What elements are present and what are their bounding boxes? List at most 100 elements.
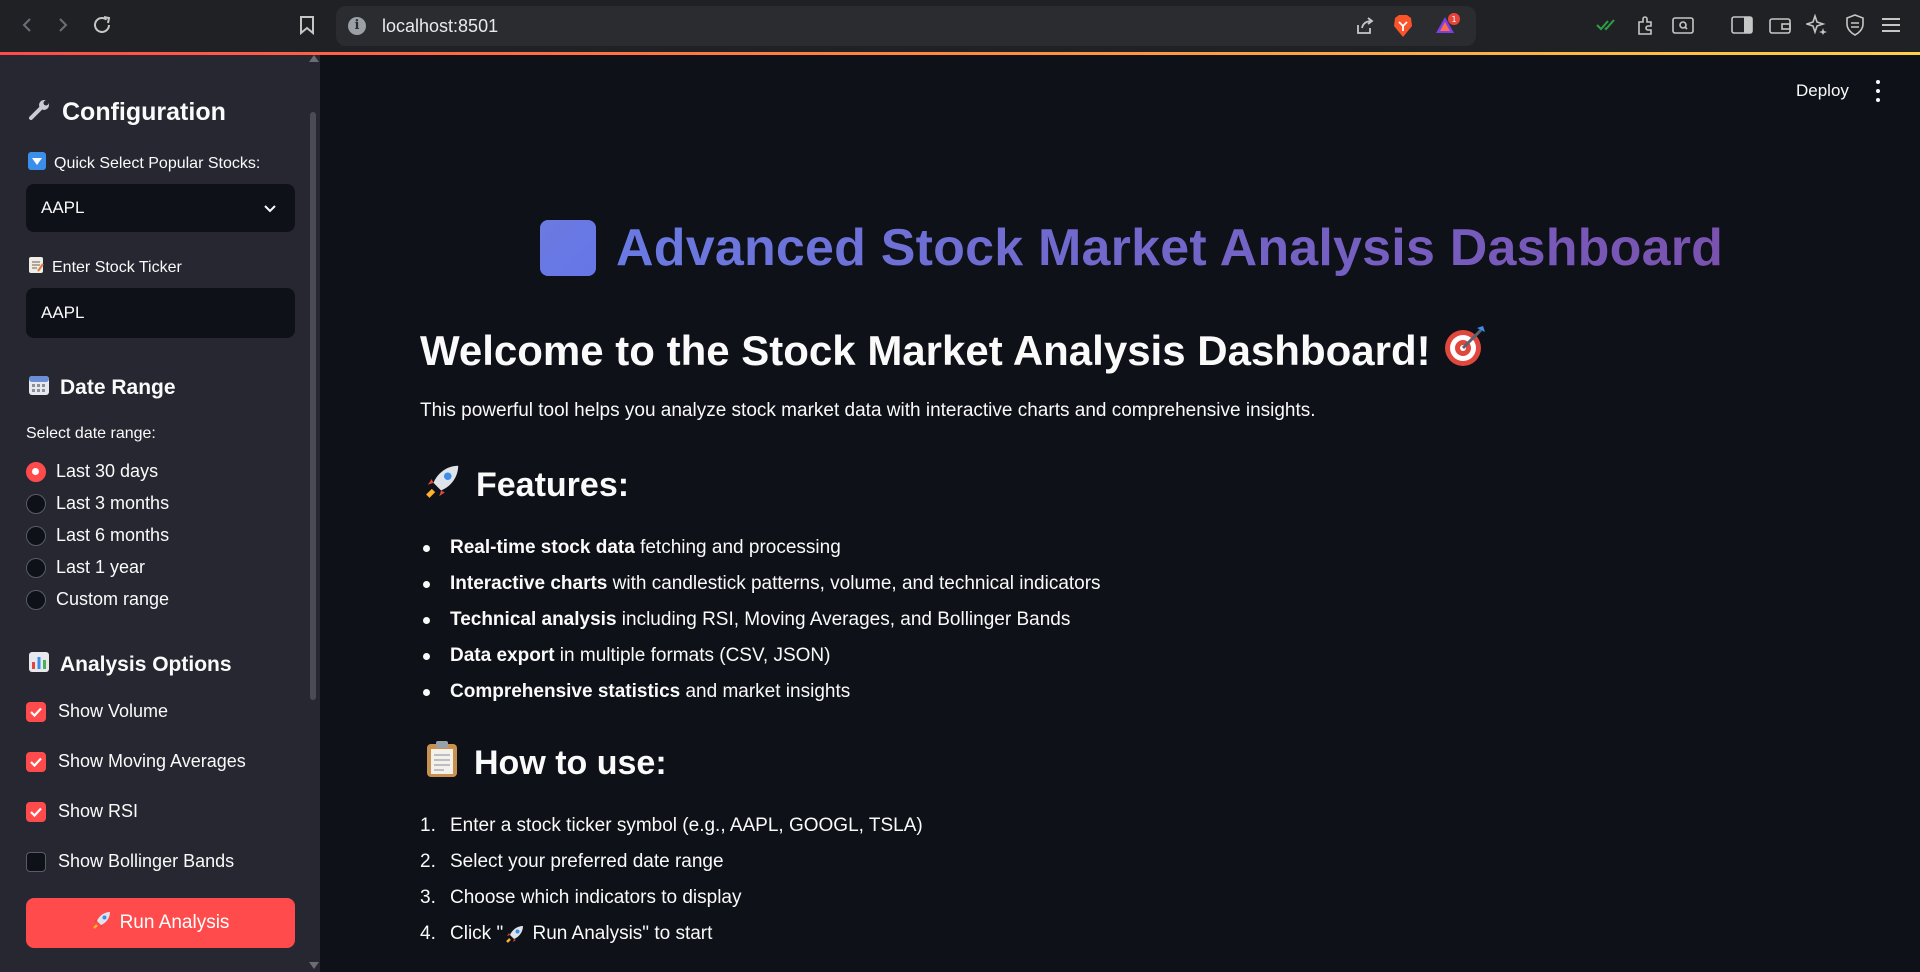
deploy-button[interactable]: Deploy — [1796, 81, 1849, 101]
notification-badge: 1 — [1451, 15, 1456, 24]
rocket-icon — [505, 916, 525, 952]
check-icon — [30, 807, 42, 817]
brave-rewards-icon[interactable]: 1 — [1434, 13, 1460, 39]
page-search-icon[interactable] — [1670, 12, 1696, 38]
checkbox[interactable] — [26, 751, 46, 772]
list-item: Data export in multiple formats (CSV, JS… — [420, 638, 1101, 674]
radio-button[interactable] — [26, 589, 46, 610]
radio-button[interactable] — [26, 557, 46, 578]
radio-last-30-days[interactable]: Last 30 days — [26, 461, 158, 482]
checkbox-label: Show Volume — [58, 701, 169, 721]
clipboard-icon — [424, 740, 460, 787]
checkbox-show-bollinger-bands[interactable]: Show Bollinger Bands — [26, 851, 234, 872]
run-analysis-label: Run Analysis — [119, 912, 230, 933]
date-range-heading: Date Range — [28, 374, 176, 402]
bookmark-icon[interactable] — [294, 12, 320, 38]
sidebar-heading: Configuration — [28, 97, 226, 128]
checkbox-show-rsi[interactable]: Show RSI — [26, 801, 138, 822]
quick-select-label-text: Quick Select Popular Stocks: — [54, 154, 261, 172]
ticker-label: Enter Stock Ticker — [28, 256, 182, 279]
check-icon[interactable] — [1594, 12, 1620, 38]
address-bar[interactable]: i localhost:8501 1 — [336, 6, 1476, 46]
list-item: 4. Click " Run Analysis" to start — [420, 916, 923, 952]
how-to-use-heading: How to use: — [424, 740, 667, 787]
steps-list: 1. Enter a stock ticker symbol (e.g., AAP… — [420, 808, 923, 952]
checkbox-show-volume[interactable]: Show Volume — [26, 701, 168, 722]
radio-last-6-months[interactable]: Last 6 months — [26, 525, 169, 546]
quick-select-label: Quick Select Popular Stocks: — [28, 152, 260, 175]
analysis-options-heading-text: Analysis Options — [60, 653, 232, 676]
list-item: 1. Enter a stock ticker symbol (e.g., AAP… — [420, 815, 923, 836]
checkbox-label: Show Bollinger Bands — [58, 851, 235, 871]
calendar-icon — [28, 374, 50, 402]
more-options-icon[interactable] — [1874, 80, 1882, 102]
intro-paragraph: This powerful tool helps you analyze sto… — [420, 400, 1316, 421]
features-heading: Features: — [424, 462, 629, 509]
sidebar-scrollbar[interactable] — [310, 112, 316, 700]
date-range-heading-text: Date Range — [60, 376, 176, 399]
checkbox[interactable] — [26, 801, 46, 822]
list-item: Comprehensive statistics and market insi… — [420, 674, 1101, 710]
list-item: Interactive charts with candlestick patt… — [420, 566, 1101, 602]
blue-square-icon — [540, 220, 596, 276]
radio-label: Last 6 months — [56, 525, 170, 545]
share-icon[interactable] — [1352, 13, 1378, 39]
ticker-input[interactable] — [26, 288, 295, 338]
radio-label: Last 3 months — [56, 493, 170, 513]
date-range-label: Select date range: — [26, 425, 156, 442]
back-icon[interactable] — [14, 12, 40, 38]
checkbox[interactable] — [26, 701, 46, 722]
target-icon — [1443, 324, 1487, 378]
welcome-heading-text: Welcome to the Stock Market Analysis Das… — [420, 327, 1431, 374]
run-analysis-button[interactable]: Run Analysis — [26, 898, 295, 948]
bar-chart-icon — [28, 651, 50, 679]
url-text: localhost:8501 — [382, 16, 499, 36]
how-to-use-heading-text: How to use: — [474, 744, 667, 782]
wrench-icon — [28, 97, 52, 128]
sidebar-heading-text: Configuration — [62, 98, 226, 126]
welcome-heading: Welcome to the Stock Market Analysis Das… — [420, 324, 1487, 378]
forward-icon[interactable] — [50, 12, 76, 38]
checkbox-label: Show Moving Averages — [58, 751, 246, 771]
reload-icon[interactable] — [89, 12, 115, 38]
memo-icon — [28, 256, 44, 279]
radio-label: Last 1 year — [56, 557, 146, 577]
list-item: 2. Select your preferred date range — [420, 851, 724, 872]
list-item: Technical analysis including RSI, Moving… — [420, 602, 1101, 638]
radio-button[interactable] — [26, 493, 46, 514]
check-icon — [30, 707, 42, 717]
chevron-down-icon[interactable] — [263, 201, 277, 219]
stock-select-value: AAPL — [41, 198, 85, 217]
features-list: Real-time stock data fetching and proces… — [420, 530, 1101, 710]
list-item: 3. Choose which indicators to display — [420, 887, 742, 908]
features-heading-text: Features: — [476, 466, 630, 504]
radio-custom-range[interactable]: Custom range — [26, 589, 169, 610]
rocket-icon — [92, 910, 112, 936]
list-item: Real-time stock data fetching and proces… — [420, 530, 1101, 566]
site-info-icon[interactable]: i — [348, 17, 366, 35]
radio-last-1-year[interactable]: Last 1 year — [26, 557, 145, 578]
ticker-label-text: Enter Stock Ticker — [52, 258, 182, 276]
checkbox-label: Show RSI — [58, 801, 139, 821]
scroll-down-arrow-icon[interactable] — [309, 962, 319, 969]
leo-ai-icon[interactable] — [1804, 12, 1830, 38]
page-title-text: Advanced Stock Market Analysis Dashboard — [616, 219, 1724, 277]
sidebar-toggle-icon[interactable] — [1729, 12, 1755, 38]
radio-last-3-months[interactable]: Last 3 months — [26, 493, 169, 514]
checkbox[interactable] — [26, 851, 46, 872]
radio-button[interactable] — [26, 461, 46, 482]
radio-label: Last 30 days — [56, 461, 159, 481]
wallet-icon[interactable] — [1767, 12, 1793, 38]
stock-select-dropdown[interactable]: AAPL — [26, 184, 295, 232]
page-title: Advanced Stock Market Analysis Dashboard — [540, 218, 1723, 278]
rocket-icon — [424, 462, 462, 509]
menu-icon[interactable] — [1878, 12, 1904, 38]
analysis-options-heading: Analysis Options — [28, 651, 232, 679]
scroll-up-arrow-icon[interactable] — [309, 55, 319, 62]
vpn-shield-icon[interactable] — [1842, 12, 1868, 38]
radio-button[interactable] — [26, 525, 46, 546]
check-icon — [30, 757, 42, 767]
checkbox-show-moving-averages[interactable]: Show Moving Averages — [26, 751, 246, 772]
brave-shields-icon[interactable] — [1390, 13, 1416, 39]
extensions-icon[interactable] — [1633, 12, 1659, 38]
